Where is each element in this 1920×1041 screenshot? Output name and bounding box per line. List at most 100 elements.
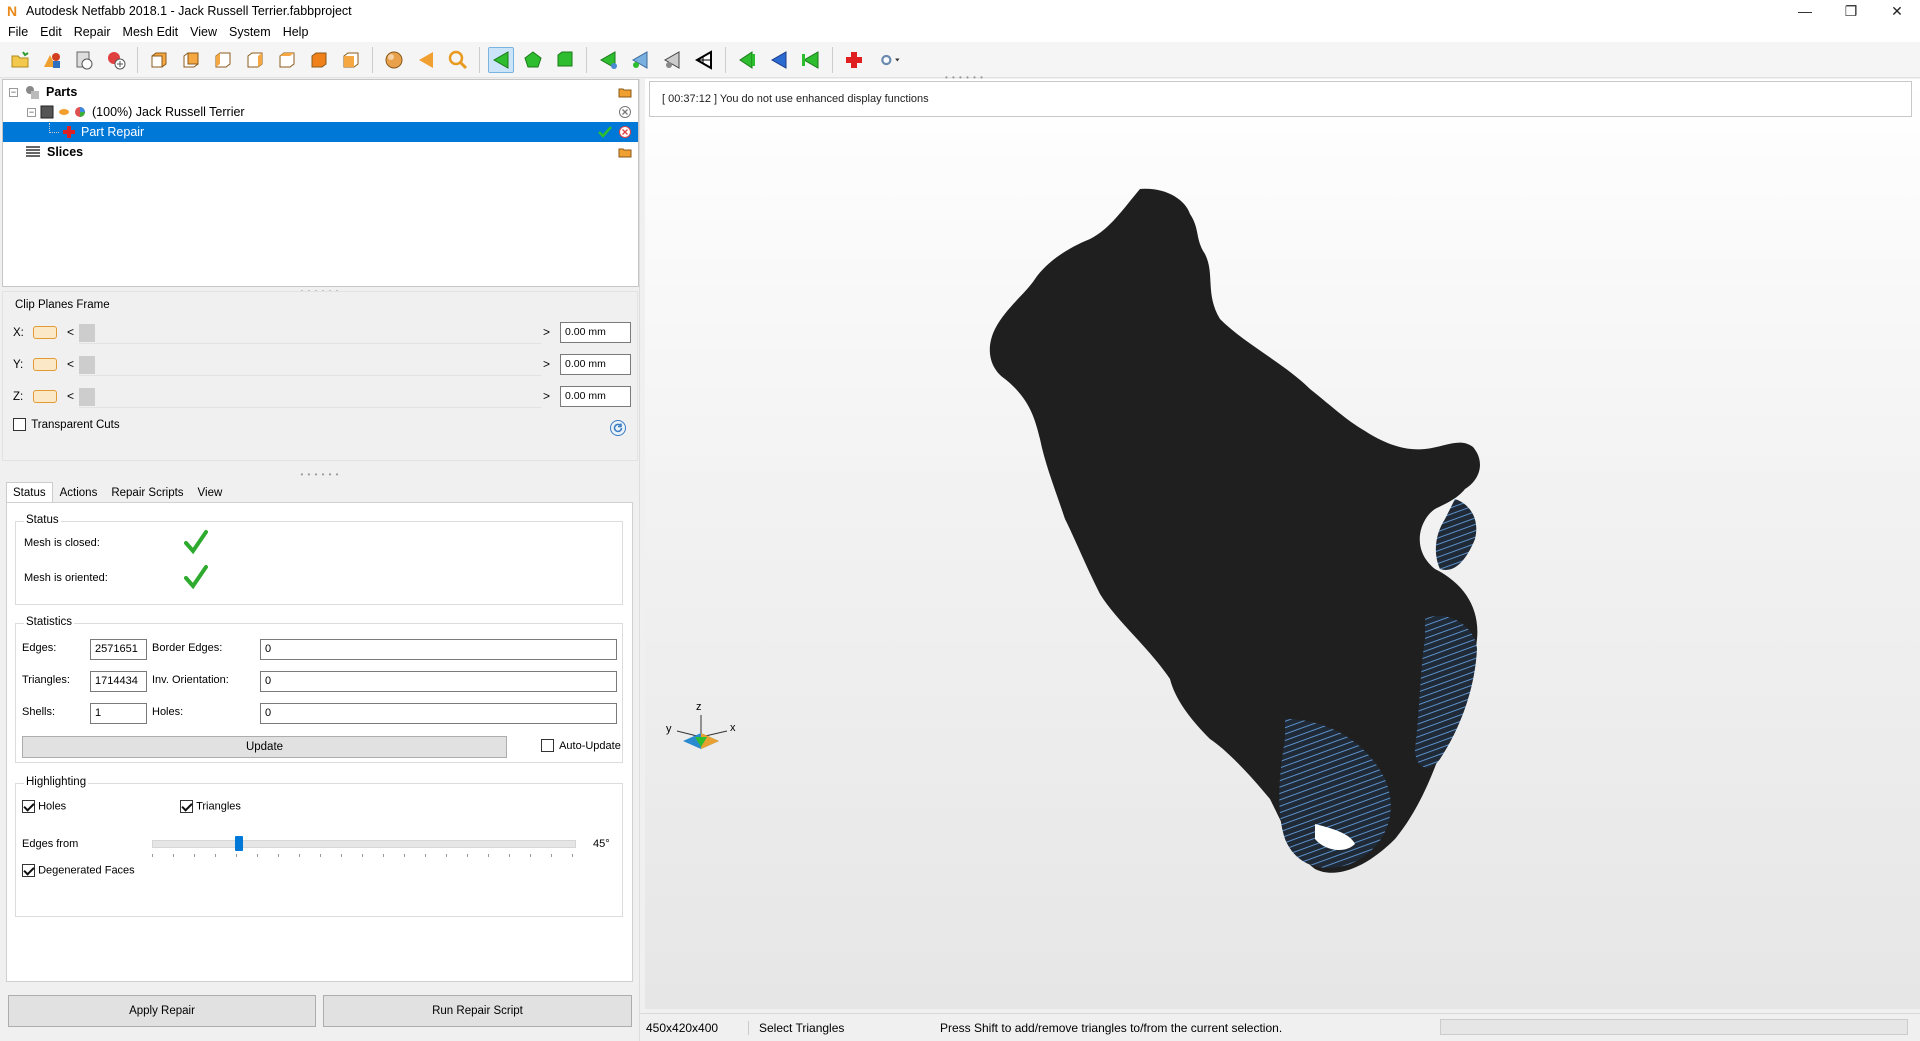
- clip-slider-x[interactable]: [79, 322, 541, 344]
- view-top-icon[interactable]: [274, 47, 300, 73]
- clip-toggle-z[interactable]: [33, 390, 57, 403]
- clip-toggle-x[interactable]: [33, 326, 57, 339]
- update-button[interactable]: Update: [22, 736, 507, 758]
- cancel-repair-icon[interactable]: [618, 125, 632, 139]
- tree-row-parts[interactable]: − Parts: [3, 82, 638, 102]
- sphere-icon[interactable]: [381, 47, 407, 73]
- edges-field[interactable]: 2571651: [90, 639, 147, 660]
- degenerated-faces-checkbox[interactable]: [22, 864, 35, 877]
- clip-left-arrow[interactable]: <: [67, 389, 74, 403]
- apply-check-icon[interactable]: [598, 125, 612, 139]
- view-front-icon[interactable]: [146, 47, 172, 73]
- slider-thumb[interactable]: [235, 836, 243, 851]
- collapse-icon[interactable]: −: [9, 87, 18, 97]
- folder-open-icon[interactable]: [618, 85, 632, 99]
- library-icon[interactable]: [71, 47, 97, 73]
- collapse-icon[interactable]: −: [27, 107, 36, 117]
- menu-file[interactable]: File: [2, 22, 34, 42]
- menu-edit[interactable]: Edit: [34, 22, 68, 42]
- add-part-icon[interactable]: [7, 47, 33, 73]
- auto-update-checkbox[interactable]: [541, 739, 554, 752]
- auto-update[interactable]: Auto-Update: [541, 739, 621, 752]
- holes-field[interactable]: 0: [260, 703, 617, 724]
- eye-icon[interactable]: [58, 106, 70, 118]
- edge-add-icon[interactable]: [627, 47, 653, 73]
- apply-repair-button[interactable]: Apply Repair: [8, 995, 316, 1027]
- title-bar: N Autodesk Netfabb 2018.1 - Jack Russell…: [0, 0, 1920, 22]
- clip-left-arrow[interactable]: <: [67, 357, 74, 371]
- tab-view[interactable]: View: [191, 482, 230, 502]
- folder-open-icon[interactable]: [618, 145, 632, 159]
- view-right-icon[interactable]: [242, 47, 268, 73]
- jack-russell-terrier-mesh[interactable]: [985, 179, 1485, 959]
- view-back-icon[interactable]: [178, 47, 204, 73]
- triangles-field[interactable]: 1714434: [90, 671, 147, 692]
- menu-help[interactable]: Help: [277, 22, 315, 42]
- run-repair-script-button[interactable]: Run Repair Script: [323, 995, 632, 1027]
- shapes-icon[interactable]: [39, 47, 65, 73]
- tab-repair-scripts[interactable]: Repair Scripts: [104, 482, 190, 502]
- tab-actions[interactable]: Actions: [53, 482, 105, 502]
- clip-value-z[interactable]: 0.00 mm: [560, 386, 631, 407]
- slider-thumb[interactable]: [79, 324, 95, 342]
- repair-cross-icon[interactable]: [841, 47, 867, 73]
- clip-right-arrow[interactable]: >: [543, 357, 550, 371]
- tree-row-part[interactable]: − (100%) Jack Russell Terrier: [3, 102, 638, 122]
- menu-system[interactable]: System: [223, 22, 277, 42]
- color-wheel-icon[interactable]: [74, 106, 86, 118]
- restore-button[interactable]: ❐: [1828, 0, 1874, 22]
- triangles-highlight[interactable]: Triangles: [180, 800, 241, 813]
- edge-tool-icon[interactable]: [595, 47, 621, 73]
- status-bar: 450x420x400 Select Triangles Press Shift…: [640, 1013, 1920, 1041]
- nav-forward-icon[interactable]: [798, 47, 824, 73]
- transparent-cuts-checkbox[interactable]: [13, 418, 26, 431]
- select-surface-icon[interactable]: [552, 47, 578, 73]
- tree-row-part-repair[interactable]: Part Repair: [3, 122, 638, 142]
- menu-view[interactable]: View: [184, 22, 223, 42]
- remove-part-icon[interactable]: [618, 105, 632, 119]
- slider-thumb[interactable]: [79, 356, 95, 374]
- clip-slider-z[interactable]: [79, 386, 541, 408]
- nav-back-icon[interactable]: [734, 47, 760, 73]
- zoom-icon[interactable]: [445, 47, 471, 73]
- menu-repair[interactable]: Repair: [68, 22, 117, 42]
- holes-checkbox[interactable]: [22, 800, 35, 813]
- tree-row-slices[interactable]: Slices: [3, 142, 638, 162]
- triangles-checkbox[interactable]: [180, 800, 193, 813]
- edges-from-slider[interactable]: [152, 836, 576, 857]
- reset-clip-icon[interactable]: [609, 419, 627, 437]
- clip-value-y[interactable]: 0.00 mm: [560, 354, 631, 375]
- holes-highlight-label: Holes: [38, 800, 67, 813]
- menu-mesh-edit[interactable]: Mesh Edit: [117, 22, 185, 42]
- degenerated-faces[interactable]: Degenerated Faces: [22, 864, 135, 877]
- shells-field[interactable]: 1: [90, 703, 147, 724]
- slider-thumb[interactable]: [79, 388, 95, 406]
- edge-black-icon[interactable]: [691, 47, 717, 73]
- border-edges-field[interactable]: 0: [260, 639, 617, 660]
- inv-orientation-field[interactable]: 0: [260, 671, 617, 692]
- settings-dropdown-icon[interactable]: [873, 47, 907, 73]
- select-triangle-icon[interactable]: [488, 46, 514, 73]
- view-bottom-icon[interactable]: [306, 47, 332, 73]
- holes-highlight[interactable]: Holes: [22, 800, 66, 813]
- clip-right-arrow[interactable]: >: [543, 325, 550, 339]
- edge-gray-icon[interactable]: [659, 47, 685, 73]
- clip-left-arrow[interactable]: <: [67, 325, 74, 339]
- transparent-cuts[interactable]: Transparent Cuts: [13, 418, 120, 431]
- clip-right-arrow[interactable]: >: [543, 389, 550, 403]
- close-button[interactable]: ✕: [1874, 0, 1920, 22]
- nav-blue-icon[interactable]: [766, 47, 792, 73]
- select-shell-icon[interactable]: [520, 47, 546, 73]
- clip-slider-y[interactable]: [79, 354, 541, 376]
- view-iso-icon[interactable]: [338, 47, 364, 73]
- view-left-icon[interactable]: [210, 47, 236, 73]
- triangle-orange-icon[interactable]: [413, 47, 439, 73]
- minimize-button[interactable]: —: [1782, 0, 1828, 22]
- clip-value-x[interactable]: 0.00 mm: [560, 322, 631, 343]
- 3d-viewport[interactable]: • • • • • • [ 00:37:12 ] You do not use …: [645, 73, 1920, 1009]
- clip-toggle-y[interactable]: [33, 358, 57, 371]
- add-repair-icon[interactable]: [103, 47, 129, 73]
- tab-status[interactable]: Status: [6, 482, 53, 502]
- statistics-group-label: Statistics: [24, 616, 75, 628]
- splitter-handle[interactable]: • • • • • •: [0, 470, 640, 479]
